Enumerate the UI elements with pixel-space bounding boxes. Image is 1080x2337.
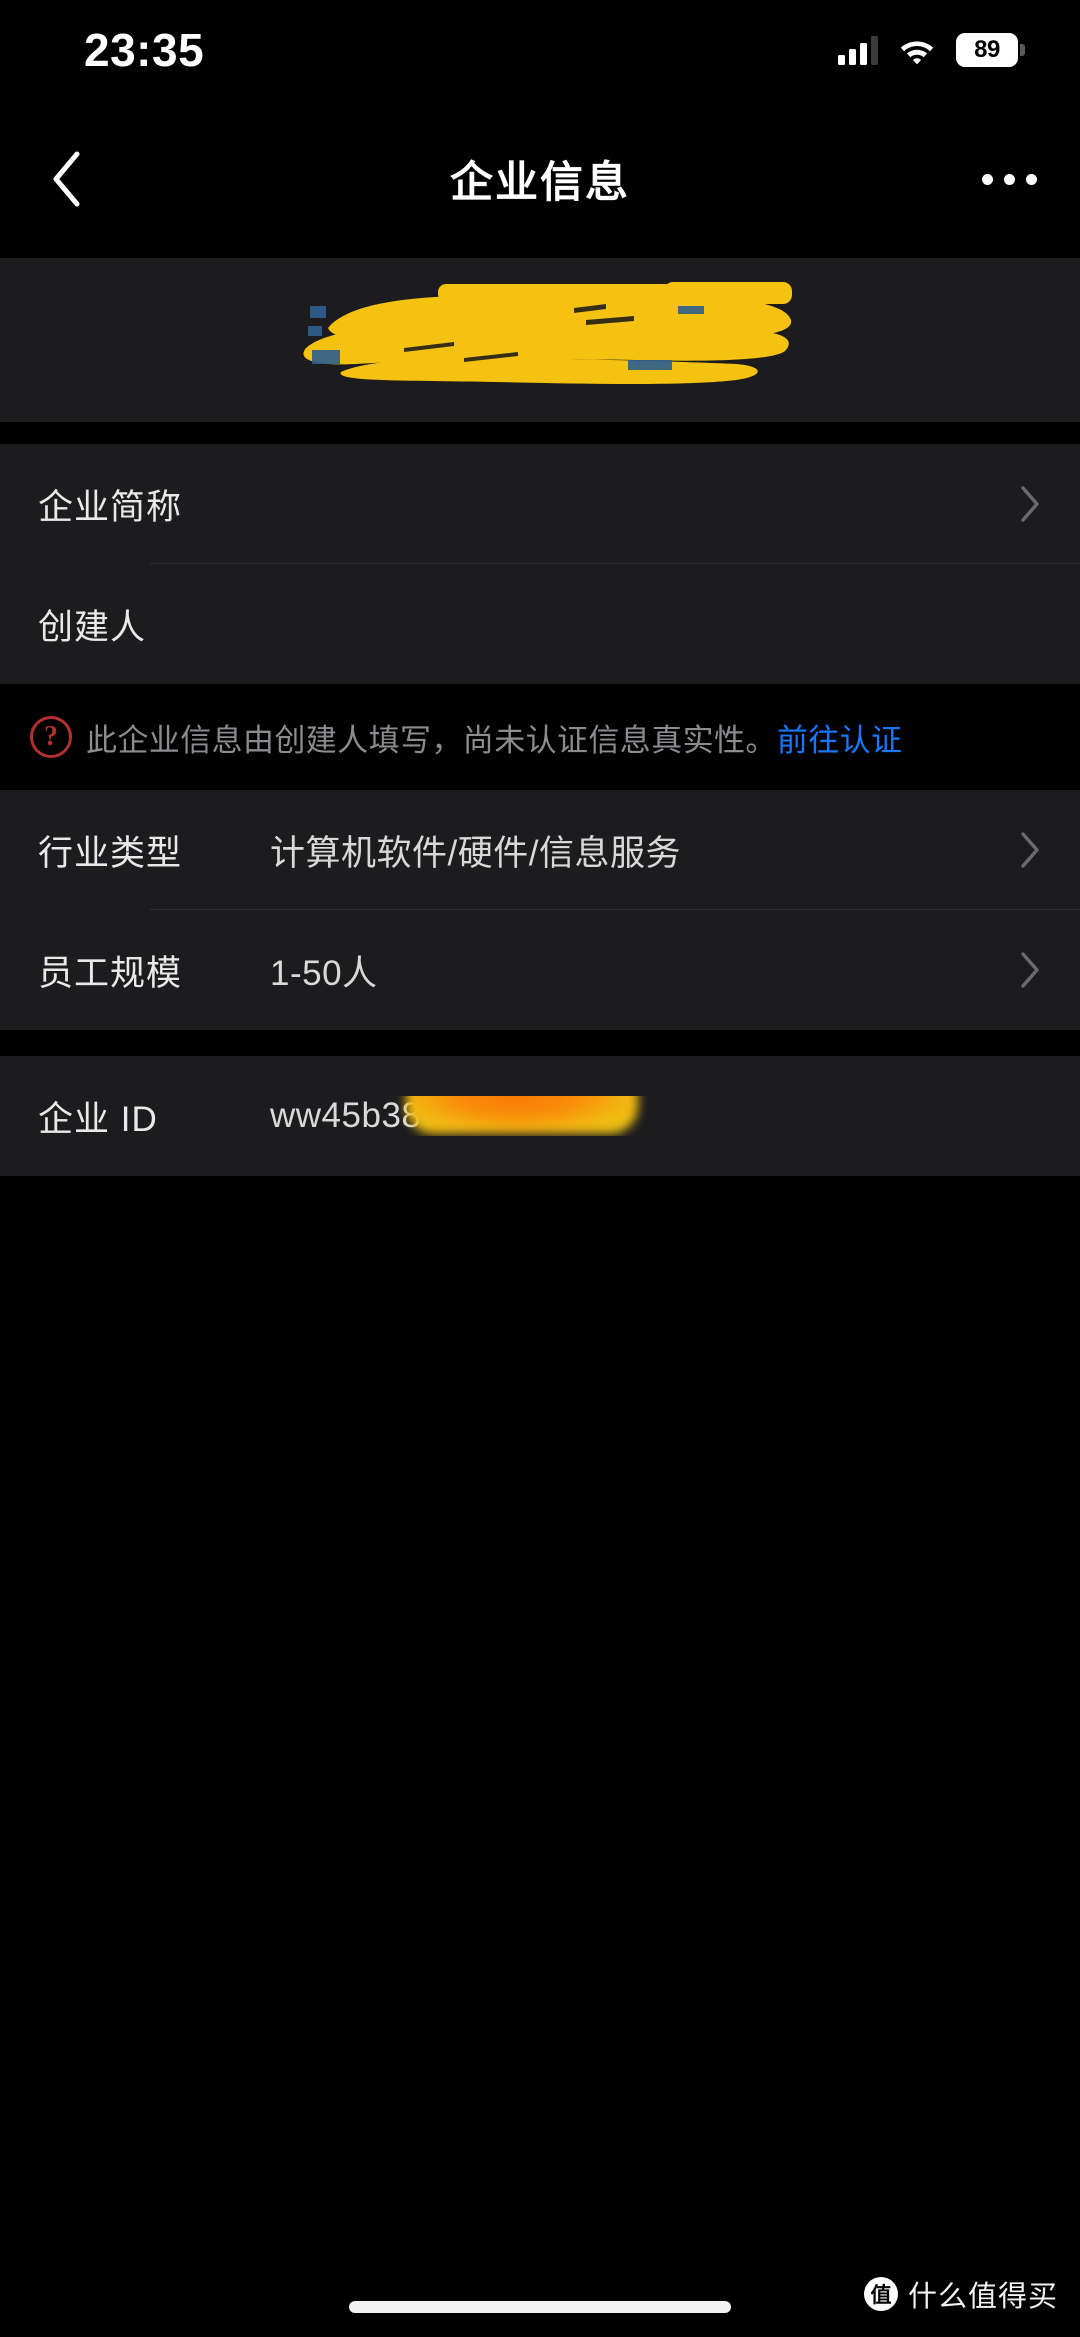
nav-bar: 企业信息 bbox=[0, 100, 1080, 258]
status-bar-indicators: 89 bbox=[838, 33, 1025, 67]
wifi-icon bbox=[898, 35, 936, 65]
row-value: 计算机软件/硬件/信息服务 bbox=[270, 833, 681, 873]
company-name-redaction bbox=[286, 276, 796, 386]
row-label: 行业类型 bbox=[38, 833, 183, 873]
cellular-signal-icon bbox=[838, 35, 878, 65]
row-label: 员工规模 bbox=[38, 953, 183, 993]
chevron-right-icon bbox=[1018, 830, 1042, 870]
row-enterprise-id[interactable]: 企业 ID ww45b38 bbox=[0, 1056, 1080, 1176]
notice-text: 此企业信息由创建人填写，尚未认证信息真实性。 bbox=[86, 722, 777, 758]
battery-icon: 89 bbox=[956, 33, 1025, 67]
enterprise-id-card: 企业 ID ww45b38 bbox=[0, 1056, 1080, 1176]
more-dot-1 bbox=[981, 173, 993, 185]
row-label: 企业简称 bbox=[38, 487, 183, 527]
row-value: ww45b38 bbox=[270, 1096, 1042, 1136]
more-options-button[interactable] bbox=[966, 144, 1052, 214]
chevron-left-icon bbox=[53, 151, 80, 207]
row-company-short-name[interactable]: 企业简称 bbox=[0, 444, 1080, 564]
enterprise-id-redaction bbox=[406, 1096, 638, 1134]
row-label: 创建人 bbox=[38, 607, 147, 647]
phone-screen: 23:35 89 企业信息 企业简称 创建人 ? 此企业信息由创建人填写，尚未认… bbox=[0, 0, 1080, 2337]
battery-percent-label: 89 bbox=[974, 36, 1000, 63]
company-name-card[interactable] bbox=[0, 258, 1080, 422]
row-employee-scale[interactable]: 员工规模 1-50人 bbox=[0, 910, 1080, 1030]
question-circle-icon: ? bbox=[30, 716, 72, 758]
verification-notice[interactable]: ? 此企业信息由创建人填写，尚未认证信息真实性。 前往认证 bbox=[0, 684, 1080, 790]
section-gap-1 bbox=[0, 422, 1080, 444]
secondary-info-card: 行业类型 计算机软件/硬件/信息服务 员工规模 1-50人 bbox=[0, 790, 1080, 1030]
primary-info-card: 企业简称 创建人 bbox=[0, 444, 1080, 684]
watermark-label: 什么值得买 bbox=[907, 2281, 1058, 2313]
row-label: 企业 ID bbox=[38, 1099, 158, 1139]
content-area: 企业简称 创建人 ? 此企业信息由创建人填写，尚未认证信息真实性。 前往认证 行… bbox=[0, 258, 1080, 1176]
watermark-logo-icon: 值 bbox=[863, 2277, 898, 2311]
page-title: 企业信息 bbox=[450, 159, 630, 207]
more-dot-2 bbox=[1003, 173, 1015, 185]
more-dot-3 bbox=[1025, 173, 1037, 185]
row-creator: 创建人 bbox=[0, 564, 1080, 684]
back-button[interactable] bbox=[26, 139, 106, 219]
chevron-right-icon bbox=[1018, 484, 1042, 524]
go-verify-link[interactable]: 前往认证 bbox=[777, 715, 903, 760]
watermark: 值 什么值得买 bbox=[863, 2273, 1058, 2315]
section-gap-2 bbox=[0, 1030, 1080, 1056]
status-bar: 23:35 89 bbox=[0, 0, 1080, 100]
home-indicator[interactable] bbox=[349, 2301, 731, 2313]
row-industry-type[interactable]: 行业类型 计算机软件/硬件/信息服务 bbox=[0, 790, 1080, 910]
chevron-right-icon bbox=[1018, 950, 1042, 990]
row-value: 1-50人 bbox=[270, 953, 378, 993]
status-bar-time: 23:35 bbox=[84, 24, 205, 76]
